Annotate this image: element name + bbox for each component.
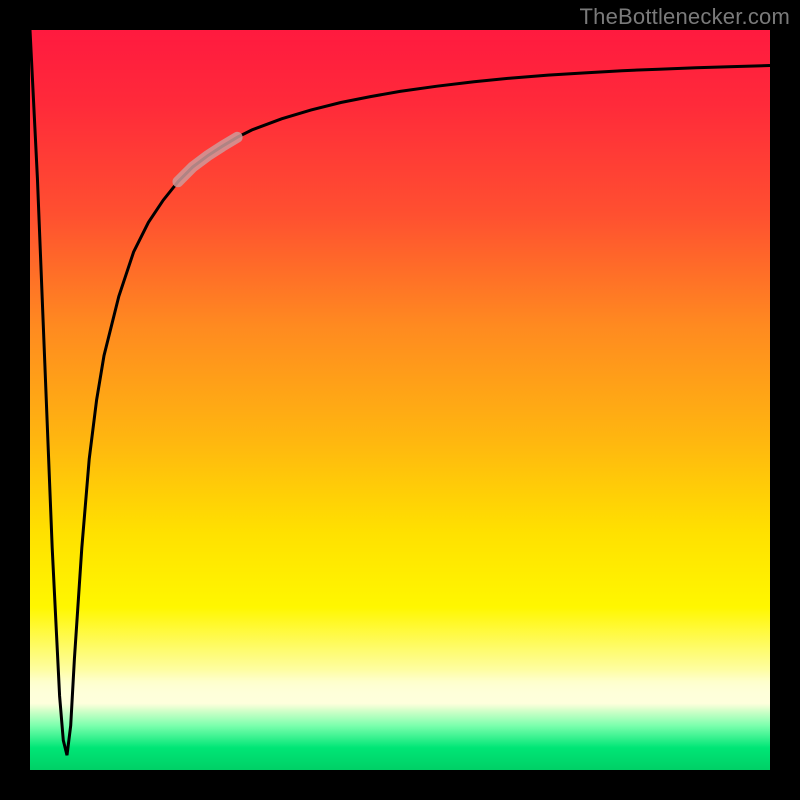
chart-gradient-background: [30, 30, 770, 770]
attribution-label: TheBottlenecker.com: [580, 4, 790, 30]
chart-frame: TheBottlenecker.com: [0, 0, 800, 800]
